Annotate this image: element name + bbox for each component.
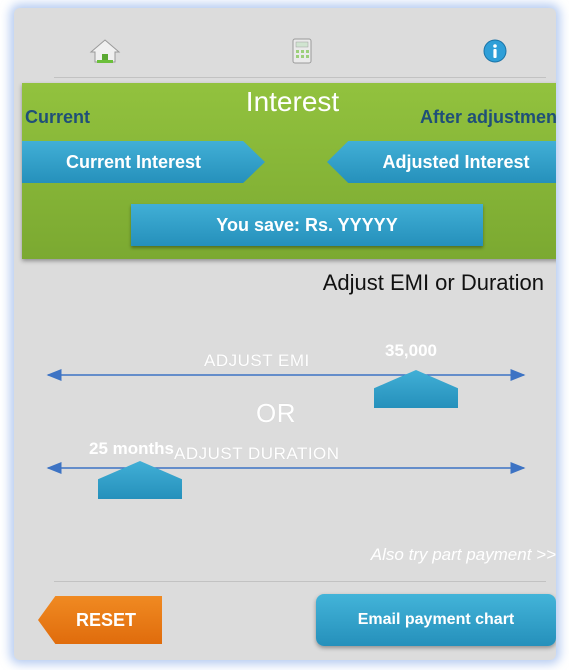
duration-value: 25 months xyxy=(89,439,175,458)
duration-slider-label: ADJUST DURATION xyxy=(174,444,340,463)
or-text: OR xyxy=(256,398,296,428)
app-frame: Interest Current After adjustment Curren… xyxy=(14,8,556,660)
emi-value: 35,000 xyxy=(385,341,437,360)
bottom-divider xyxy=(54,581,546,582)
emi-slider-label: ADJUST EMI xyxy=(204,351,310,370)
part-payment-link[interactable]: Also try part payment >> xyxy=(371,545,556,565)
email-payment-chart-button[interactable]: Email payment chart xyxy=(316,594,556,646)
reset-button[interactable]: RESET xyxy=(38,596,162,644)
